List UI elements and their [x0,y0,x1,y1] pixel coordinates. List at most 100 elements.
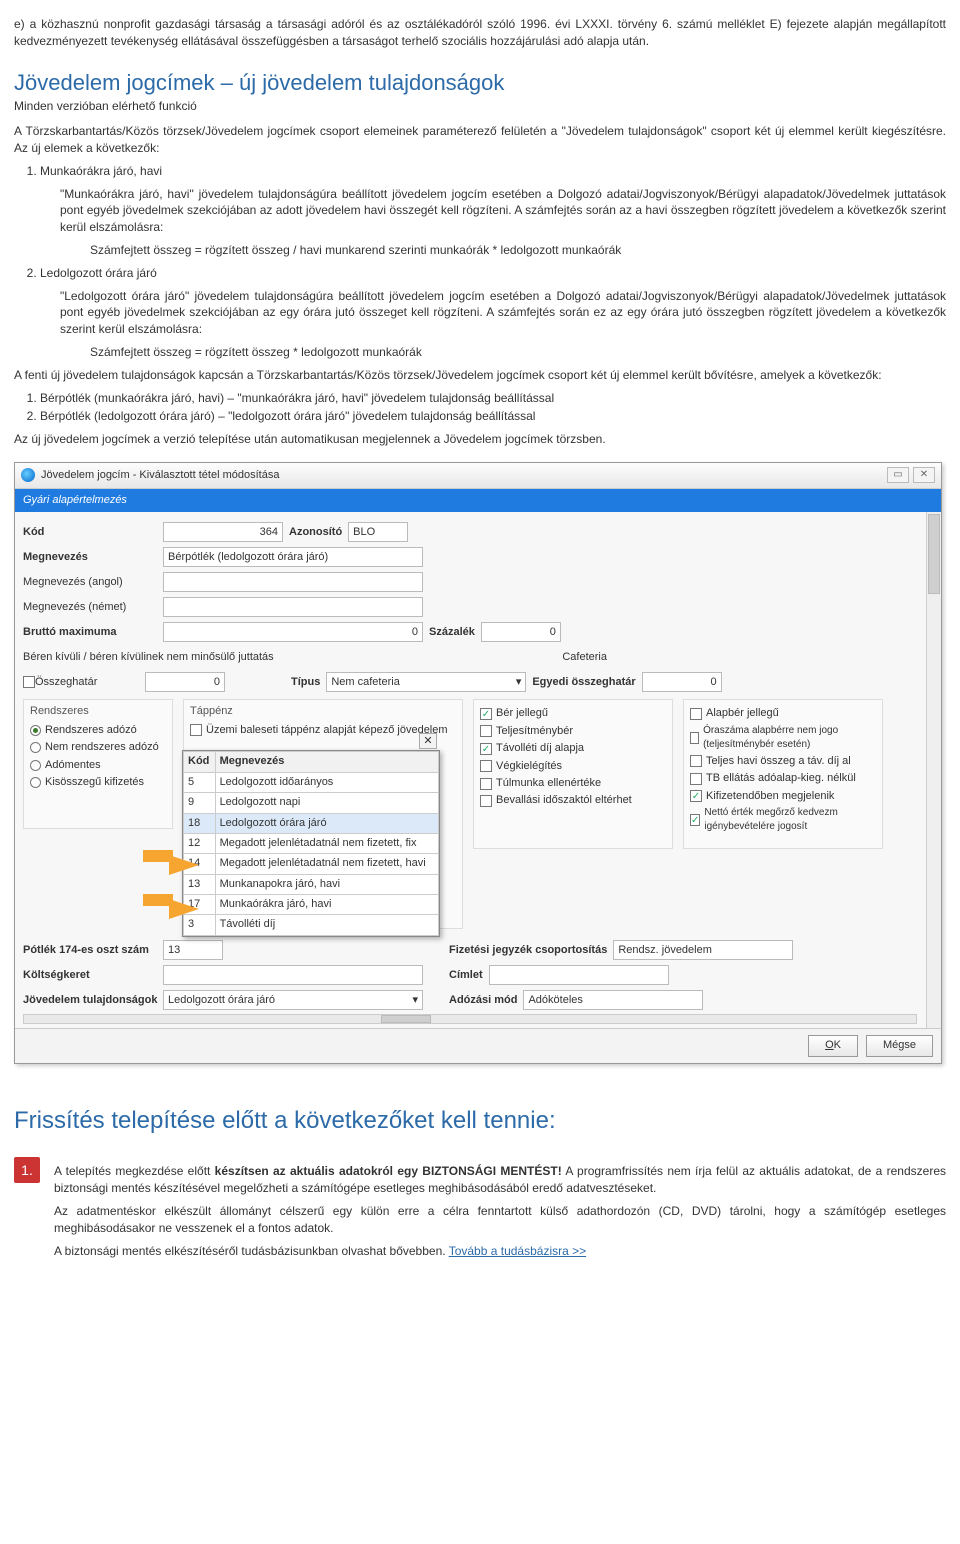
checkbox-bevallasi[interactable]: Bevallási időszaktól eltérhet [480,793,666,808]
checkbox-ber-jellegu[interactable]: ✓Bér jellegű [480,706,666,721]
label-jov-tulajdonsagok: Jövedelem tulajdonságok [23,993,163,1008]
field-megnevezes-de[interactable] [163,597,423,617]
dropdown-jovedelem-tulajdonsag: ✕ Kód Megnevezés 5Ledolgozott időarányos… [182,750,440,937]
dropdown-row[interactable]: 12Megadott jelenlétadatnál nem fizetett,… [184,833,439,853]
restore-button[interactable]: ▭ [887,467,909,483]
list-item: Bérpótlék (ledolgozott órára járó) – "le… [40,408,946,425]
label-koltsegkeret: Költségkeret [23,968,163,983]
label-beren-kivuli: Béren kívüli / béren kívülinek nem minős… [23,650,274,665]
list-item: Bérpótlék (munkaórákra járó, havi) – "mu… [40,390,946,407]
dropdown-row[interactable]: 17Munkaórákra járó, havi [184,895,439,915]
dropdown-row[interactable]: 13Munkanapokra járó, havi [184,874,439,894]
section-heading-install: Frissítés telepítése előtt a következőke… [14,1104,946,1138]
paragraph-auto: Az új jövedelem jogcímek a verzió telepí… [14,431,946,448]
dropdown-col-megnevezes: Megnevezés [215,752,438,772]
label-adozasi-mod: Adózási mód [443,993,523,1008]
group-flags-1: ✓Bér jellegű Teljesítménybér ✓Távolléti … [473,699,673,849]
label-cafeteria: Cafeteria [562,650,607,665]
field-potlek174[interactable]: 13 [163,940,223,960]
dropdown-close-icon[interactable]: ✕ [419,733,437,749]
group-tappenz-header: Táppénz [190,704,456,719]
ok-button[interactable]: OK [808,1035,858,1056]
label-potlek174: Pótlék 174-es oszt szám [23,943,163,958]
checkbox-osszeghatar[interactable] [23,676,35,688]
dropdown-row[interactable]: 14Megadott jelenlétadatnál nem fizetett,… [184,854,439,874]
step-paragraph: Az adatmentéskor elkészült állományt cél… [54,1203,946,1237]
field-egyedi[interactable]: 0 [642,672,722,692]
step-number-badge: 1. [14,1157,40,1183]
label-brutto-max: Bruttó maximuma [23,625,163,640]
field-fiz-csop[interactable]: Rendsz. jövedelem [613,940,793,960]
checkbox-alapber[interactable]: Alapbér jellegű [690,706,876,721]
field-kod[interactable]: 364 [163,522,283,542]
cancel-button[interactable]: Mégse [866,1035,933,1056]
field-cimlet[interactable] [489,965,669,985]
checkbox-netto-megorzo[interactable]: ✓Nettó érték megőrző kedvezm igénybevéte… [690,806,876,834]
section-desc: A Törzskarbantartás/Közös törzsek/Jövede… [14,123,946,157]
checkbox-uzemi-baleseti[interactable]: Üzemi baleseti táppénz alapját képező jö… [190,723,456,738]
label-egyedi: Egyedi összeghatár [526,675,641,690]
checkbox-tulmunka[interactable]: Túlmunka ellenértéke [480,776,666,791]
label-megnevezes-de: Megnevezés (német) [23,600,163,615]
checkbox-oraszama[interactable]: Óraszáma alapbérre nem jogo (teljesítmén… [690,724,876,752]
dropdown-col-kod: Kód [184,752,216,772]
label-cimlet: Címlet [443,968,489,983]
label-azonosito: Azonosító [283,525,348,540]
checkbox-teljes-havi[interactable]: Teljes havi összeg a táv. díj al [690,754,876,769]
field-brutto-max[interactable]: 0 [163,622,423,642]
field-megnevezes[interactable]: Bérpótlék (ledolgozott órára járó) [163,547,423,567]
field-megnevezes-en[interactable] [163,572,423,592]
list-item: Ledolgozott órára járó "Ledolgozott órár… [40,265,946,361]
checkbox-kifizetendoben[interactable]: ✓Kifizetendőben megjelenik [690,789,876,804]
dropdown-row[interactable]: 5Ledolgozott időarányos [184,772,439,792]
field-azonosito[interactable]: BLO [348,522,408,542]
radio-nem-rendszeres[interactable]: Nem rendszeres adózó [30,740,166,755]
checkbox-vegkielegites[interactable]: Végkielégítés [480,759,666,774]
item-title: Ledolgozott órára járó [40,266,157,280]
group-tappenz: Táppénz Üzemi baleseti táppénz alapját k… [183,699,463,929]
dropdown-row[interactable]: 9Ledolgozott napi [184,793,439,813]
dialog-title: Jövedelem jogcím - Kiválasztott tétel mó… [41,468,883,483]
dropdown-row[interactable]: 3Távolléti díj [184,915,439,935]
kb-link[interactable]: Tovább a tudásbázisra >> [449,1244,586,1258]
dropdown-row-selected[interactable]: 18Ledolgozott órára járó [184,813,439,833]
vertical-scrollbar[interactable] [926,512,941,1028]
field-adozasi-mod[interactable]: Adóköteles [523,990,703,1010]
field-tipus[interactable]: Nem cafeteria ▾ [326,672,526,692]
field-osszeghatar[interactable]: 0 [145,672,225,692]
titlebar: Jövedelem jogcím - Kiválasztott tétel mó… [15,463,941,489]
intro-paragraph: e) a közhasznú nonprofit gazdasági társa… [14,16,946,50]
app-icon [21,468,35,482]
dialog-footer: OK Mégse [15,1028,941,1062]
group-rendszeres: Rendszeres Rendszeres adózó Nem rendszer… [23,699,173,829]
item-body: "Ledolgozott órára járó" jövedelem tulaj… [60,288,946,338]
field-jov-tulajdonsagok[interactable]: Ledolgozott órára járó▾ [163,990,423,1010]
highlight-arrow-icon [169,899,199,919]
label-kod: Kód [23,525,163,540]
step-paragraph: A telepítés megkezdése előtt készítsen a… [54,1163,946,1197]
section-subtitle: Minden verzióban elérhető funkció [14,98,946,115]
label-osszeghatar: Összeghatár [35,675,145,690]
item-title: Munkaórákra járó, havi [40,164,162,178]
checkbox-tb-ellatas[interactable]: TB ellátás adóalap-kieg. nélkül [690,771,876,786]
radio-rendszeres-adozo[interactable]: Rendszeres adózó [30,723,166,738]
section-heading-jovedelem: Jövedelem jogcímek – új jövedelem tulajd… [14,68,946,99]
close-button[interactable]: ✕ [913,467,935,483]
field-koltsegkeret[interactable] [163,965,423,985]
field-szazalek[interactable]: 0 [481,622,561,642]
label-tipus: Típus [285,675,326,690]
step-1: 1. A telepítés megkezdése előtt készítse… [14,1157,946,1265]
step-paragraph: A biztonsági mentés elkészítéséről tudás… [54,1243,946,1260]
checkbox-tavolleti-alap[interactable]: ✓Távolléti díj alapja [480,741,666,756]
section-banner: Gyári alapértelmezés [15,489,941,512]
checkbox-teljesitmenyber[interactable]: Teljesítménybér [480,724,666,739]
horizontal-scrollbar[interactable] [23,1014,917,1024]
new-elements-list: Munkaórákra járó, havi "Munkaórákra járó… [40,163,946,361]
label-megnevezes-en: Megnevezés (angol) [23,575,163,590]
formula: Számfejtett összeg = rögzített összeg / … [90,242,946,259]
group-rendszeres-header: Rendszeres [30,704,166,719]
radio-adomentes[interactable]: Adómentes [30,758,166,773]
paragraph-after: A fenti új jövedelem tulajdonságok kapcs… [14,367,946,384]
item-body: "Munkaórákra járó, havi" jövedelem tulaj… [60,186,946,236]
radio-kisosszegu[interactable]: Kisösszegű kifizetés [30,775,166,790]
